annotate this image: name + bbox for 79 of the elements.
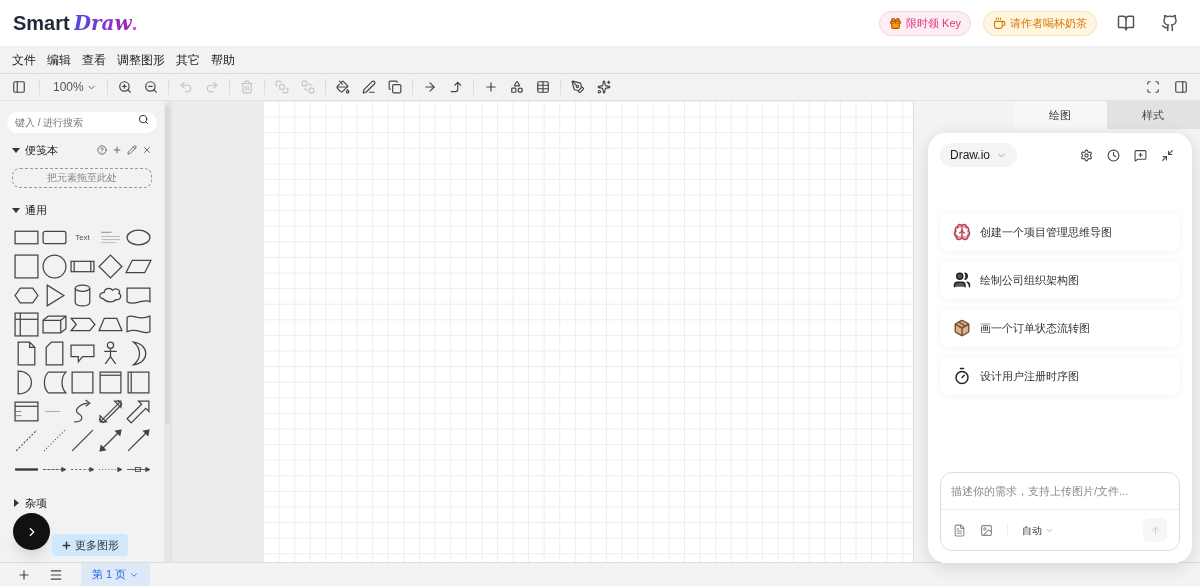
shape-icon[interactable] — [97, 253, 124, 280]
menu-item[interactable]: 帮助 — [211, 50, 235, 69]
zoom-in-icon[interactable] — [117, 80, 132, 94]
shadow-icon[interactable] — [387, 80, 402, 94]
shape-icon[interactable] — [69, 427, 96, 454]
shape-icon[interactable] — [97, 398, 124, 425]
box-icon — [953, 319, 971, 337]
shape-icon[interactable] — [13, 311, 40, 338]
chat-input-field[interactable]: 描述你的需求，支持上传图片/文件... — [941, 473, 1179, 509]
search-icon[interactable] — [138, 114, 150, 125]
connection-icon[interactable] — [422, 80, 437, 94]
terminal-button[interactable] — [13, 513, 50, 550]
suggestion-card[interactable]: 创建一个项目管理思维导图 — [940, 213, 1180, 251]
suggestion-card[interactable]: 绘制公司组织架构图 — [940, 261, 1180, 299]
drop-zone: 把元素拖至此处 — [12, 167, 153, 188]
mode-dropdown[interactable]: 自动 — [1022, 522, 1054, 538]
help-icon[interactable] — [97, 145, 108, 156]
edit-icon[interactable] — [570, 80, 585, 94]
caret-icon[interactable] — [12, 205, 20, 214]
shape-icon[interactable] — [97, 369, 124, 396]
section-title[interactable]: 便笺本 — [25, 142, 58, 159]
fullscreen-icon[interactable] — [1146, 80, 1160, 94]
zoom-out-icon[interactable] — [143, 80, 158, 94]
line-icon[interactable] — [361, 80, 376, 94]
stopwatch-icon — [953, 367, 971, 385]
caret-icon[interactable] — [12, 146, 20, 155]
header-pill-button[interactable]: 限时领 Key — [879, 10, 971, 36]
pages-menu-icon[interactable] — [49, 567, 63, 582]
shape-icon[interactable] — [125, 369, 153, 396]
zoom-dropdown[interactable]: 100% — [53, 78, 97, 96]
section-title[interactable]: 杂项 — [25, 495, 47, 512]
docs-icon[interactable] — [1117, 14, 1135, 32]
page-tab[interactable]: 第 1 页 — [81, 563, 151, 586]
menu-item[interactable]: 文件 — [12, 50, 36, 69]
insert-icon[interactable] — [483, 80, 498, 94]
shape-icon[interactable] — [41, 369, 68, 396]
send-arrow-icon — [1149, 524, 1161, 536]
search-field[interactable]: 键入 / 进行搜索 — [7, 112, 158, 133]
table-icon[interactable] — [535, 80, 550, 94]
menu-item[interactable]: 其它 — [176, 50, 200, 69]
sidebar-toggle-icon[interactable] — [12, 80, 26, 94]
menu-item[interactable]: 编辑 — [47, 50, 71, 69]
shape-icon[interactable] — [97, 427, 124, 454]
caret-icon[interactable] — [12, 499, 20, 508]
panel-tab[interactable]: 绘图 — [1013, 101, 1107, 129]
add-icon[interactable] — [112, 145, 123, 156]
section-title[interactable]: 通用 — [25, 201, 47, 218]
settings-icon[interactable] — [1080, 148, 1093, 162]
shape-icon[interactable] — [125, 427, 153, 454]
people-icon — [953, 271, 971, 289]
text-shape[interactable]: Text — [69, 224, 96, 251]
cup-icon — [993, 16, 1006, 30]
panel-toggle-icon[interactable] — [1174, 80, 1188, 94]
file-icon[interactable] — [953, 523, 966, 537]
suggestion-card[interactable]: 画一个订单状态流转图 — [940, 309, 1180, 347]
model-dropdown[interactable]: Draw.io — [940, 143, 1017, 167]
add-page-icon[interactable] — [17, 567, 31, 582]
brain-icon — [953, 223, 971, 241]
image-icon[interactable] — [980, 523, 993, 537]
shape-icon[interactable] — [125, 398, 153, 425]
new-chat-icon[interactable] — [1134, 148, 1147, 162]
minimize-icon[interactable] — [1161, 148, 1174, 162]
chat-composer[interactable]: 描述你的需求，支持上传图片/文件... 自动 — [940, 472, 1180, 551]
github-icon[interactable] — [1161, 14, 1179, 32]
shape-icon[interactable] — [41, 253, 68, 280]
fill-icon[interactable] — [335, 80, 350, 94]
menu-item[interactable]: 查看 — [82, 50, 106, 69]
panel-tab[interactable]: 样式 — [1106, 101, 1200, 129]
close-icon[interactable] — [142, 145, 153, 156]
waypoints-icon[interactable] — [448, 80, 463, 94]
history-icon[interactable] — [1107, 148, 1120, 162]
logo[interactable]: Smart Draw. — [13, 8, 138, 38]
gift-icon — [889, 16, 902, 30]
shapes-icon[interactable] — [509, 80, 524, 94]
menu-item[interactable]: 调整图形 — [117, 50, 165, 69]
plus-icon — [61, 539, 72, 551]
suggestion-card[interactable]: 设计用户注册时序图 — [940, 357, 1180, 395]
more-shapes-button[interactable]: 更多图形 — [52, 534, 128, 556]
magic-icon[interactable] — [596, 80, 611, 94]
